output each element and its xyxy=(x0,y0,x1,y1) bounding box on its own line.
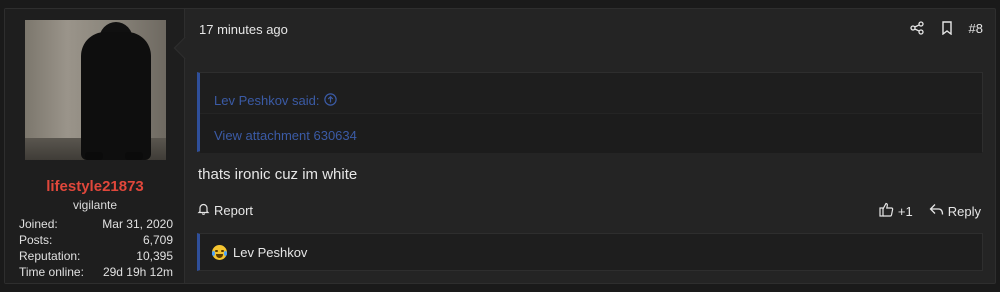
stat-posts: Posts: 6,709 xyxy=(19,232,173,248)
post-number-link[interactable]: #8 xyxy=(969,21,983,36)
report-label: Report xyxy=(214,202,254,218)
attachment-link[interactable]: View attachment 630634 xyxy=(200,113,982,153)
stat-label: Joined: xyxy=(19,217,58,231)
reply-icon xyxy=(929,203,944,219)
stat-value: Mar 31, 2020 xyxy=(102,217,173,231)
share-icon[interactable] xyxy=(909,20,925,36)
stat-value: 6,709 xyxy=(142,233,173,247)
quote-author[interactable]: Lev Peshkov said: xyxy=(214,93,320,108)
user-stats: Joined: Mar 31, 2020 Posts: 6,709 Reputa… xyxy=(19,216,173,280)
post-message: thats ironic cuz im white xyxy=(198,166,358,183)
stat-reputation: Reputation: 10,395 xyxy=(19,248,173,264)
stat-joined: Joined: Mar 31, 2020 xyxy=(19,216,173,232)
stat-time-online: Time online: 29d 19h 12m xyxy=(19,264,173,280)
post-actions-bottom: +1 Reply xyxy=(879,202,981,220)
user-info-panel: lifestyle21873 vigilante Joined: Mar 31,… xyxy=(5,9,185,283)
reactions-bar[interactable]: Lev Peshkov xyxy=(197,233,983,271)
reply-label: Reply xyxy=(947,203,981,219)
bell-icon xyxy=(197,202,210,218)
quote-author-link[interactable]: Lev Peshkov said: xyxy=(200,73,982,113)
stat-value: 29d 19h 12m xyxy=(102,265,173,279)
laughing-emoji-icon xyxy=(212,244,227,260)
stat-label: Posts: xyxy=(19,233,53,247)
avatar[interactable] xyxy=(25,20,166,160)
like-count: +1 xyxy=(897,203,913,219)
stat-label: Time online: xyxy=(19,265,84,279)
post-timestamp[interactable]: 17 minutes ago xyxy=(199,22,288,37)
stat-value: 10,395 xyxy=(136,249,173,263)
thumbs-up-icon xyxy=(879,202,894,220)
bookmark-icon[interactable] xyxy=(939,20,955,36)
username-link[interactable]: lifestyle21873 xyxy=(5,178,185,195)
post-actions-top: #8 xyxy=(909,20,983,36)
reply-button[interactable]: Reply xyxy=(929,203,981,219)
report-button[interactable]: Report xyxy=(197,202,253,218)
arrow-up-circle-icon[interactable] xyxy=(323,92,337,109)
post-container: lifestyle21873 vigilante Joined: Mar 31,… xyxy=(4,8,996,284)
quote-block: Lev Peshkov said: View attachment 630634 xyxy=(197,72,983,153)
reaction-user[interactable]: Lev Peshkov xyxy=(233,245,307,260)
like-button[interactable]: +1 xyxy=(879,202,913,220)
user-title: vigilante xyxy=(72,198,118,212)
stat-label: Reputation: xyxy=(19,249,81,263)
